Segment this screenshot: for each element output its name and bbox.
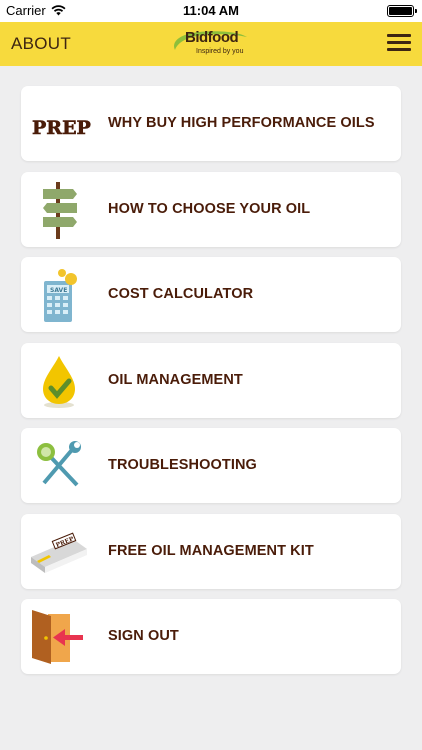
logo-tagline: Inspired by you bbox=[196, 48, 244, 55]
door-exit-icon bbox=[29, 606, 91, 668]
menu-item-free-kit[interactable]: PREP FREE OIL MANAGEMENT KIT bbox=[21, 514, 401, 589]
menu-item-label: FREE OIL MANAGEMENT KIT bbox=[108, 543, 314, 559]
signpost-icon bbox=[29, 179, 91, 241]
menu-item-choose-oil[interactable]: HOW TO CHOOSE YOUR OIL bbox=[21, 172, 401, 247]
menu-item-label: OIL MANAGEMENT bbox=[108, 372, 243, 388]
kit-box-icon: PREP bbox=[29, 521, 91, 583]
menu-item-label: COST CALCULATOR bbox=[108, 286, 254, 302]
battery-icon bbox=[387, 5, 417, 17]
status-bar: Carrier 11:04 AM bbox=[0, 0, 422, 22]
menu-item-label: SIGN OUT bbox=[108, 628, 179, 644]
hamburger-menu-icon[interactable] bbox=[387, 34, 411, 52]
prep-logo-text: PREP bbox=[32, 117, 91, 139]
status-time: 11:04 AM bbox=[183, 3, 239, 18]
calculator-label: SAVE bbox=[50, 287, 67, 294]
menu-item-cost-calculator[interactable]: SAVE COST CALCULATOR bbox=[21, 257, 401, 332]
menu-item-oil-management[interactable]: OIL MANAGEMENT bbox=[21, 343, 401, 418]
nav-bar: ABOUT Bidfood Inspired by you bbox=[0, 22, 422, 66]
menu-item-troubleshooting[interactable]: TROUBLESHOOTING bbox=[21, 428, 401, 503]
bidfood-logo[interactable]: Bidfood Inspired by you bbox=[169, 28, 253, 60]
prep-logo-icon: PREP bbox=[29, 93, 91, 155]
page-title: ABOUT bbox=[11, 34, 72, 53]
menu-item-sign-out[interactable]: SIGN OUT bbox=[21, 599, 401, 674]
menu-item-why-buy[interactable]: PREP WHY BUY HIGH PERFORMANCE OILS bbox=[21, 86, 401, 161]
logo-word: Bidfood bbox=[185, 29, 239, 46]
menu-item-label: HOW TO CHOOSE YOUR OIL bbox=[108, 201, 311, 217]
menu-item-label: WHY BUY HIGH PERFORMANCE OILS bbox=[108, 115, 375, 131]
oil-drop-check-icon bbox=[29, 350, 91, 412]
menu-item-label: TROUBLESHOOTING bbox=[108, 457, 257, 473]
tools-icon bbox=[29, 435, 91, 497]
calculator-icon: SAVE bbox=[29, 264, 91, 326]
